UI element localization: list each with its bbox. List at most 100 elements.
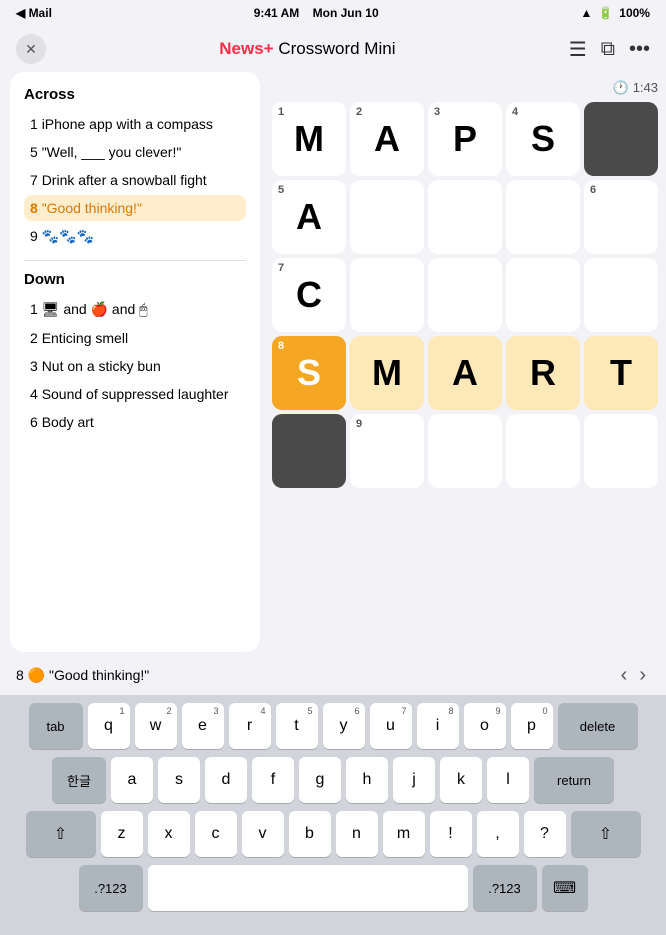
next-clue-button[interactable]: › [635, 664, 650, 687]
cell-number-0-3: 4 [512, 106, 518, 118]
cell-number-2-0: 7 [278, 262, 284, 274]
cell-2-4[interactable] [584, 258, 658, 332]
cell-letter-3-3: R [530, 352, 556, 394]
key-exclaim[interactable]: ! [430, 811, 472, 857]
key-o[interactable]: 9o [464, 703, 506, 749]
cell-0-1[interactable]: 2A [350, 102, 424, 176]
key-s[interactable]: s [158, 757, 200, 803]
key-y[interactable]: 6y [323, 703, 365, 749]
key-l[interactable]: l [487, 757, 529, 803]
nav-actions: ☰ ⧉ ••• [569, 37, 650, 62]
down-title: Down [24, 271, 246, 288]
hint-nav: ‹ › [617, 664, 650, 687]
key-e[interactable]: 3e [182, 703, 224, 749]
key-v[interactable]: v [242, 811, 284, 857]
key-t[interactable]: 5t [276, 703, 318, 749]
key-u[interactable]: 7u [370, 703, 412, 749]
key-b[interactable]: b [289, 811, 331, 857]
crossword-grid[interactable]: 1M2A3P4S5A67C8SMART9 [272, 102, 658, 488]
cell-1-3[interactable] [506, 180, 580, 254]
clue-across-8[interactable]: 8 "Good thinking!" [24, 195, 246, 221]
cell-1-1[interactable] [350, 180, 424, 254]
cell-0-4[interactable] [584, 102, 658, 176]
nav-bar: ✕ News+ Crossword Mini ☰ ⧉ ••• [0, 26, 666, 72]
clue-across-9[interactable]: 9 🐾🐾🐾 [24, 223, 246, 250]
cell-4-1[interactable]: 9 [350, 414, 424, 488]
key-question[interactable]: ? [524, 811, 566, 857]
cell-number-3-0: 8 [278, 340, 284, 352]
tab-key[interactable]: tab [29, 703, 83, 749]
key-j[interactable]: j [393, 757, 435, 803]
cell-number-0-2: 3 [434, 106, 440, 118]
key-z[interactable]: z [101, 811, 143, 857]
cell-4-4[interactable] [584, 414, 658, 488]
clue-down-3[interactable]: 3 Nut on a sticky bun [24, 353, 246, 379]
cell-0-3[interactable]: 4S [506, 102, 580, 176]
cell-3-0[interactable]: 8S [272, 336, 346, 410]
nav-title: News+ Crossword Mini [219, 39, 395, 59]
cell-1-0[interactable]: 5A [272, 180, 346, 254]
cell-2-3[interactable] [506, 258, 580, 332]
cell-4-3[interactable] [506, 414, 580, 488]
share-icon[interactable]: ⧉ [601, 38, 615, 61]
key-r[interactable]: 4r [229, 703, 271, 749]
clue-down-4[interactable]: 4 Sound of suppressed laughter [24, 381, 246, 407]
cell-3-4[interactable]: T [584, 336, 658, 410]
key-g[interactable]: g [299, 757, 341, 803]
cell-number-0-0: 1 [278, 106, 284, 118]
clue-down-2[interactable]: 2 Enticing smell [24, 325, 246, 351]
num-key-left[interactable]: .?123 [79, 865, 143, 911]
key-m[interactable]: m [383, 811, 425, 857]
shift-key-right[interactable]: ⇧ [571, 811, 641, 857]
cell-2-0[interactable]: 7C [272, 258, 346, 332]
cell-1-4[interactable]: 6 [584, 180, 658, 254]
cell-0-2[interactable]: 3P [428, 102, 502, 176]
cell-3-2[interactable]: A [428, 336, 502, 410]
cell-3-1[interactable]: M [350, 336, 424, 410]
key-h[interactable]: h [346, 757, 388, 803]
shift-key-left[interactable]: ⇧ [26, 811, 96, 857]
space-key[interactable] [148, 865, 468, 911]
cell-1-2[interactable] [428, 180, 502, 254]
key-d[interactable]: d [205, 757, 247, 803]
keyboard-row-2: 한글 a s d f g h j k l return [4, 757, 662, 803]
cell-4-0[interactable] [272, 414, 346, 488]
cell-4-2[interactable] [428, 414, 502, 488]
key-n[interactable]: n [336, 811, 378, 857]
delete-key[interactable]: delete [558, 703, 638, 749]
clue-across-5[interactable]: 5 "Well, ___ you clever!" [24, 139, 246, 165]
keyboard: tab 1q 2w 3e 4r 5t 6y 7u 8i 9o 0p delete… [0, 695, 666, 935]
prev-clue-button[interactable]: ‹ [617, 664, 632, 687]
num-key-right[interactable]: .?123 [473, 865, 537, 911]
cell-2-1[interactable] [350, 258, 424, 332]
cell-0-0[interactable]: 1M [272, 102, 346, 176]
key-comma[interactable]: , [477, 811, 519, 857]
clue-across-7[interactable]: 7 Drink after a snowball fight [24, 167, 246, 193]
key-c[interactable]: c [195, 811, 237, 857]
list-icon[interactable]: ☰ [569, 37, 587, 62]
cell-letter-2-0: C [296, 274, 322, 316]
cell-2-2[interactable] [428, 258, 502, 332]
key-q[interactable]: 1q [88, 703, 130, 749]
return-key[interactable]: return [534, 757, 614, 803]
clue-across-1[interactable]: 1 iPhone app with a compass [24, 111, 246, 137]
more-icon[interactable]: ••• [629, 38, 650, 61]
clue-down-1[interactable]: 1 🖥 and 🍎 and 🖱 [24, 296, 246, 323]
key-x[interactable]: x [148, 811, 190, 857]
key-i[interactable]: 8i [417, 703, 459, 749]
apple-news-logo: News+ [219, 39, 273, 58]
cell-letter-0-1: A [374, 118, 400, 160]
cell-number-1-0: 5 [278, 184, 284, 196]
status-left: ◀ Mail [16, 6, 52, 20]
battery-icon: 🔋 [598, 6, 613, 20]
clue-down-6[interactable]: 6 Body art [24, 409, 246, 435]
key-f[interactable]: f [252, 757, 294, 803]
hangul-key[interactable]: 한글 [52, 757, 106, 803]
keyboard-icon-key[interactable]: ⌨ [542, 865, 588, 911]
close-button[interactable]: ✕ [16, 34, 46, 64]
key-p[interactable]: 0p [511, 703, 553, 749]
key-w[interactable]: 2w [135, 703, 177, 749]
key-k[interactable]: k [440, 757, 482, 803]
cell-3-3[interactable]: R [506, 336, 580, 410]
key-a[interactable]: a [111, 757, 153, 803]
